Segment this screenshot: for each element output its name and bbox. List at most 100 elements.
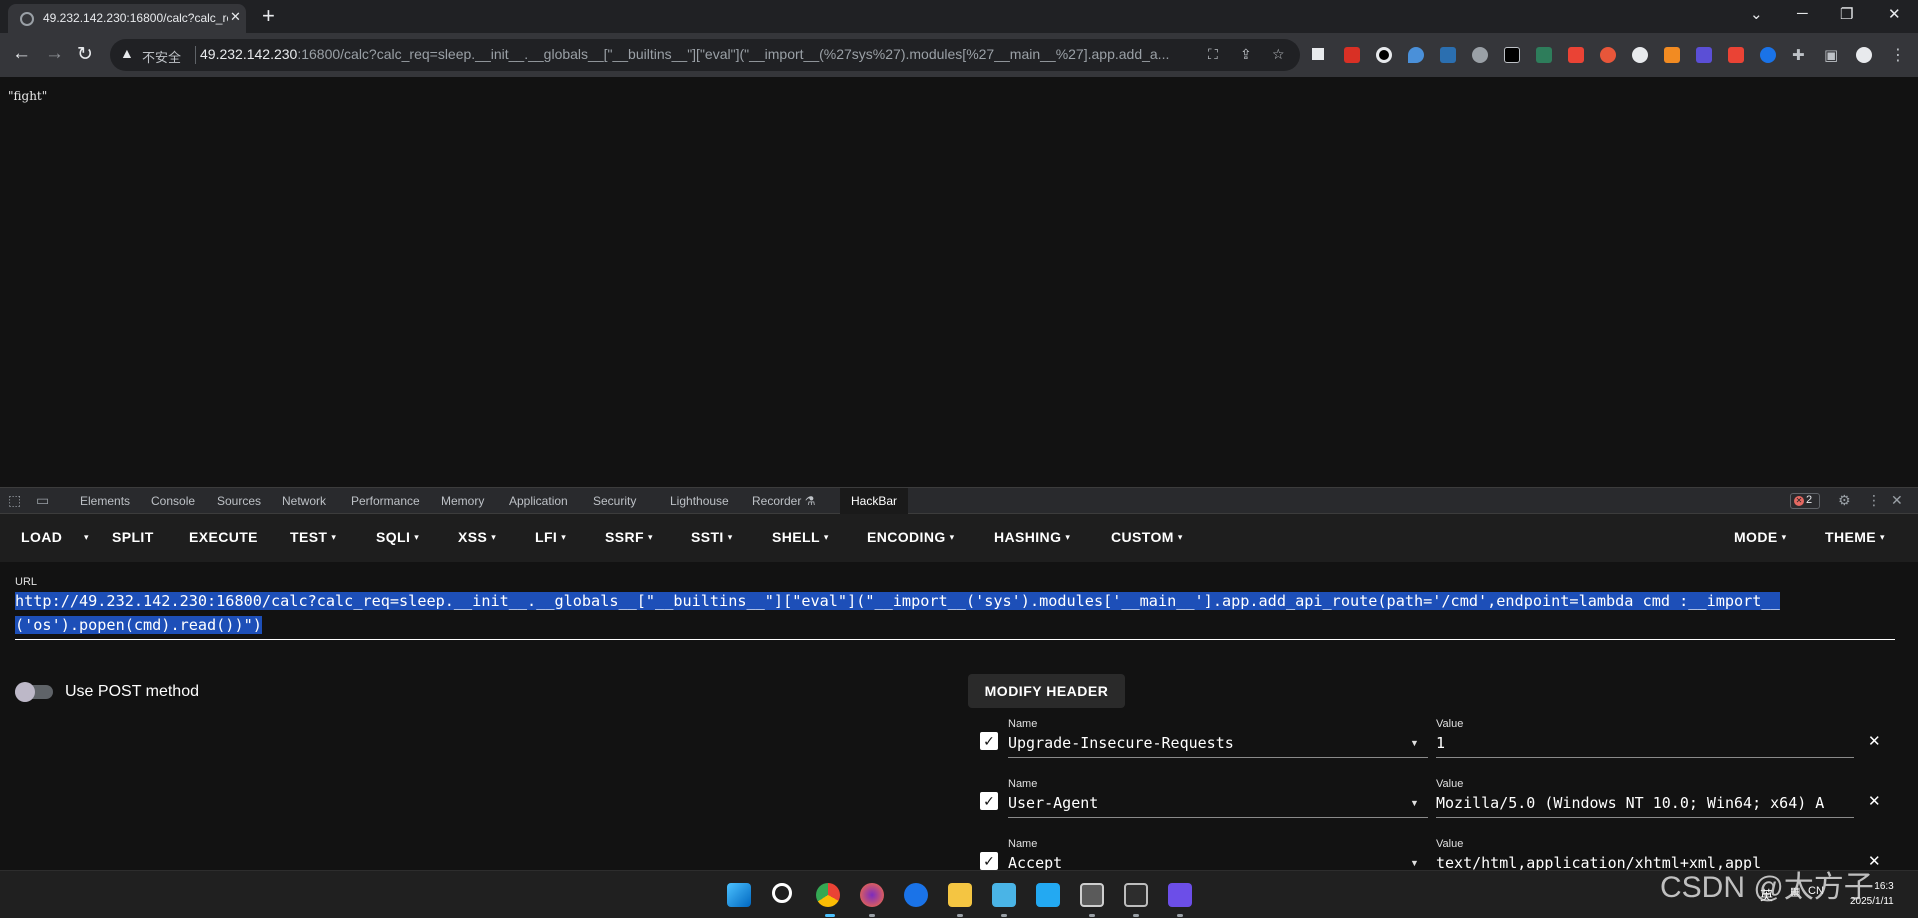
remove-header-icon[interactable]: ✕: [1868, 792, 1881, 810]
extension-icon[interactable]: [1696, 47, 1712, 63]
url-textarea[interactable]: http://49.232.142.230:16800/calc?calc_re…: [15, 589, 1805, 637]
url-text[interactable]: 49.232.142.230:16800/calc?calc_req=sleep…: [200, 46, 1210, 62]
extension-icon[interactable]: [1536, 47, 1552, 63]
settings-gear-icon[interactable]: ⚙: [1838, 492, 1851, 509]
chevron-down-icon: ▾: [727, 532, 733, 542]
ssti-menu[interactable]: SSTI ▾: [691, 529, 733, 545]
extension-icon[interactable]: [1760, 47, 1776, 63]
profile-avatar[interactable]: [1856, 47, 1872, 63]
test-menu[interactable]: TEST ▾: [290, 529, 336, 545]
terminal-icon[interactable]: [1124, 883, 1148, 907]
devtools-tab-lighthouse[interactable]: Lighthouse: [670, 494, 729, 508]
header-value-input[interactable]: 1: [1436, 734, 1854, 758]
execute-button[interactable]: EXECUTE: [189, 529, 258, 545]
close-tab-icon[interactable]: ✕: [230, 9, 241, 25]
extension-icon[interactable]: [1568, 47, 1584, 63]
translate-icon[interactable]: ⛶: [1208, 46, 1218, 63]
devtools-tab-security[interactable]: Security: [593, 494, 636, 508]
extension-icon[interactable]: [1664, 47, 1680, 63]
devtools-tab-memory[interactable]: Memory: [441, 494, 484, 508]
dropdown-arrow-icon[interactable]: ▼: [1410, 798, 1419, 808]
mode-menu[interactable]: MODE ▾: [1734, 529, 1787, 545]
dropdown-arrow-icon[interactable]: ▼: [1410, 858, 1419, 868]
header-enabled-checkbox[interactable]: ✓: [980, 792, 998, 810]
encoding-menu[interactable]: ENCODING ▾: [867, 529, 955, 545]
extension-icon[interactable]: [1728, 47, 1744, 63]
bookmark-star-icon[interactable]: ☆: [1272, 46, 1285, 63]
device-toolbar-icon[interactable]: ▭: [36, 492, 49, 509]
insecure-label[interactable]: 不安全: [142, 47, 181, 66]
header-enabled-checkbox[interactable]: ✓: [980, 732, 998, 750]
restore-button[interactable]: ❐: [1840, 5, 1853, 23]
browser-icon[interactable]: [904, 883, 928, 907]
notepad-icon[interactable]: [992, 883, 1016, 907]
inspect-element-icon[interactable]: ⬚: [8, 492, 21, 509]
extension-icon[interactable]: [1472, 47, 1488, 63]
remove-header-icon[interactable]: ✕: [1868, 732, 1881, 750]
extension-icon[interactable]: [1440, 47, 1456, 63]
extension-icon[interactable]: [1504, 47, 1520, 63]
extension-icon[interactable]: [1312, 48, 1324, 60]
header-value-input[interactable]: Mozilla/5.0 (Windows NT 10.0; Win64; x64…: [1436, 794, 1854, 818]
app-icon[interactable]: [1168, 883, 1192, 907]
dropdown-arrow-icon[interactable]: ▼: [1410, 738, 1419, 748]
side-panel-icon[interactable]: ▣: [1824, 46, 1838, 64]
load-dropdown-caret[interactable]: ▾: [80, 529, 89, 545]
extension-icon[interactable]: [1376, 47, 1392, 63]
extensions-puzzle-icon[interactable]: ✚: [1792, 46, 1805, 64]
sqli-menu[interactable]: SQLI ▾: [376, 529, 419, 545]
running-indicator: [1177, 914, 1183, 917]
theme-menu[interactable]: THEME ▾: [1825, 529, 1885, 545]
post-method-toggle[interactable]: [15, 682, 53, 702]
header-name-input[interactable]: Upgrade-Insecure-Requests: [1008, 734, 1428, 758]
error-count-badge[interactable]: ✕ 2: [1790, 493, 1820, 509]
windows-start-icon[interactable]: [727, 883, 751, 907]
extension-icon[interactable]: [1632, 47, 1648, 63]
more-options-icon[interactable]: ⋮: [1867, 492, 1881, 509]
extension-icon[interactable]: [1344, 47, 1360, 63]
tab-search-icon[interactable]: ⌄: [1750, 5, 1763, 23]
firefox-icon[interactable]: [860, 883, 884, 907]
devtools-tab-network[interactable]: Network: [282, 494, 326, 508]
reload-button[interactable]: ↻: [77, 43, 93, 66]
split-button[interactable]: SPLIT: [112, 529, 154, 545]
minimize-button[interactable]: ─: [1797, 5, 1808, 22]
close-window-button[interactable]: ✕: [1888, 5, 1901, 23]
devtools-tab-elements[interactable]: Elements: [80, 494, 130, 508]
sqli-label: SQLI: [376, 529, 411, 545]
new-tab-button[interactable]: +: [262, 3, 275, 29]
share-icon[interactable]: ⇪: [1240, 46, 1252, 63]
lfi-menu[interactable]: LFI ▾: [535, 529, 566, 545]
snipping-tool-icon[interactable]: [1080, 883, 1104, 907]
devtools-tab-console[interactable]: Console: [151, 494, 195, 508]
devtools-tab-performance[interactable]: Performance: [351, 494, 420, 508]
vscode-icon[interactable]: [1036, 883, 1060, 907]
close-devtools-icon[interactable]: ✕: [1891, 492, 1903, 509]
header-enabled-checkbox[interactable]: ✓: [980, 852, 998, 870]
file-explorer-icon[interactable]: [948, 883, 972, 907]
forward-button[interactable]: →: [45, 43, 64, 65]
header-name-input[interactable]: User-Agent: [1008, 794, 1428, 818]
load-button[interactable]: LOAD: [21, 529, 62, 545]
browser-tab[interactable]: 49.232.142.230:16800/calc?calc_req=sleep…: [8, 4, 246, 33]
tab-strip: 49.232.142.230:16800/calc?calc_req=sleep…: [0, 0, 1918, 33]
devtools-tab-hackbar[interactable]: HackBar: [840, 488, 909, 514]
custom-menu[interactable]: CUSTOM ▾: [1111, 529, 1183, 545]
address-bar[interactable]: ▲ 不安全 49.232.142.230:16800/calc?calc_req…: [110, 39, 1300, 71]
devtools-tab-application[interactable]: Application: [509, 494, 568, 508]
devtools-tab-sources[interactable]: Sources: [217, 494, 261, 508]
xss-menu[interactable]: XSS ▾: [458, 529, 496, 545]
search-icon[interactable]: [772, 883, 792, 903]
devtools-tab-recorder[interactable]: Recorder ⚗: [752, 494, 815, 508]
modify-header-button[interactable]: MODIFY HEADER: [968, 674, 1125, 708]
shell-menu[interactable]: SHELL ▾: [772, 529, 829, 545]
ssrf-menu[interactable]: SSRF ▾: [605, 529, 653, 545]
chrome-icon[interactable]: [816, 883, 840, 907]
extension-icon[interactable]: [1408, 47, 1424, 63]
chrome-menu-icon[interactable]: ⋮: [1890, 45, 1906, 65]
back-button[interactable]: ←: [12, 43, 31, 65]
warning-icon: ▲: [120, 45, 134, 61]
running-indicator: [869, 914, 875, 917]
hashing-menu[interactable]: HASHING ▾: [994, 529, 1070, 545]
extension-icon[interactable]: [1600, 47, 1616, 63]
